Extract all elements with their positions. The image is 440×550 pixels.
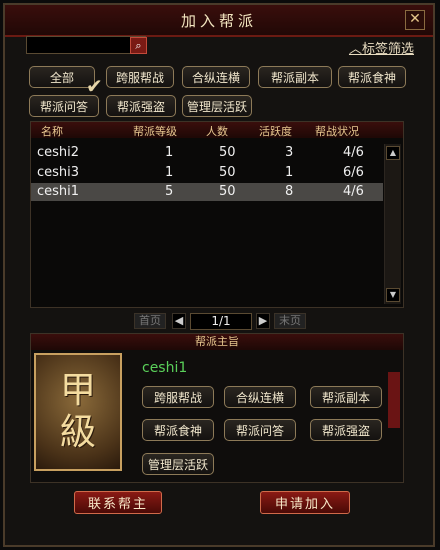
col-activity-header: 活跃度	[259, 125, 292, 138]
guild-tag: 帮派副本	[310, 386, 382, 408]
guild-tag: 跨服帮战	[142, 386, 214, 408]
table-scrollbar[interactable]: ▲ ▼	[384, 144, 401, 304]
col-level-header: 帮派等级	[133, 125, 177, 138]
guild-tag: 帮派强盗	[310, 419, 382, 441]
apply-join-button[interactable]: 申请加入	[260, 491, 350, 514]
col-name-header: 名称	[41, 125, 63, 138]
filter-chip-cross-server-war[interactable]: 跨服帮战	[106, 66, 174, 88]
detail-scrollbar[interactable]	[388, 372, 400, 428]
page-indicator: 1/1	[190, 313, 252, 330]
scroll-down-icon[interactable]: ▼	[386, 288, 400, 302]
window-title: 加入帮派	[180, 11, 257, 30]
table-row[interactable]: ceshi3 1 50 1 6/6	[31, 164, 383, 182]
close-icon[interactable]: ✕	[405, 10, 425, 30]
guild-tag: 帮派食神	[142, 419, 214, 441]
filter-chip-alliance[interactable]: 合纵连横	[182, 66, 250, 88]
table-row[interactable]: ceshi2 1 50 3 4/6	[31, 144, 383, 162]
filter-chip-mgmt-active[interactable]: 管理层活跃	[182, 95, 252, 117]
filter-chip-dungeon[interactable]: 帮派副本	[258, 66, 332, 88]
guild-emblem: 甲 級	[34, 353, 122, 471]
filter-chip-quiz[interactable]: 帮派问答	[29, 95, 99, 117]
search-input[interactable]	[26, 36, 146, 54]
guild-tag: 管理层活跃	[142, 453, 214, 475]
section-title: 帮派主旨	[31, 334, 403, 350]
last-page-button[interactable]: 末页	[274, 313, 306, 329]
filter-chip-bandit[interactable]: 帮派强盗	[106, 95, 176, 117]
guild-name: ceshi1	[142, 360, 188, 376]
guild-list-table: 名称 帮派等级 人数 活跃度 帮战状况 ceshi2 1 50 3 4/6 ce…	[30, 121, 404, 308]
search-icon[interactable]: ⌕	[130, 37, 147, 54]
guild-tag: 合纵连横	[224, 386, 296, 408]
title-bar[interactable]: 加入帮派 ✕	[5, 5, 433, 37]
filter-chip-chef[interactable]: 帮派食神	[338, 66, 406, 88]
first-page-button[interactable]: 首页	[134, 313, 166, 329]
scroll-up-icon[interactable]: ▲	[386, 146, 400, 160]
tag-filter-label: 标签筛选	[361, 42, 414, 57]
prev-page-icon[interactable]: ◀	[172, 313, 186, 329]
chevron-up-icon: ︿	[348, 42, 362, 57]
table-row-selected[interactable]: ceshi1 5 50 8 4/6	[31, 183, 383, 201]
col-war-header: 帮战状况	[315, 125, 359, 138]
contact-leader-button[interactable]: 联系帮主	[74, 491, 162, 514]
next-page-icon[interactable]: ▶	[256, 313, 270, 329]
col-members-header: 人数	[206, 125, 228, 138]
table-header: 名称 帮派等级 人数 活跃度 帮战状况	[31, 122, 403, 138]
tag-filter-toggle[interactable]: ︿标签筛选	[349, 38, 414, 57]
guild-tag: 帮派问答	[224, 419, 296, 441]
